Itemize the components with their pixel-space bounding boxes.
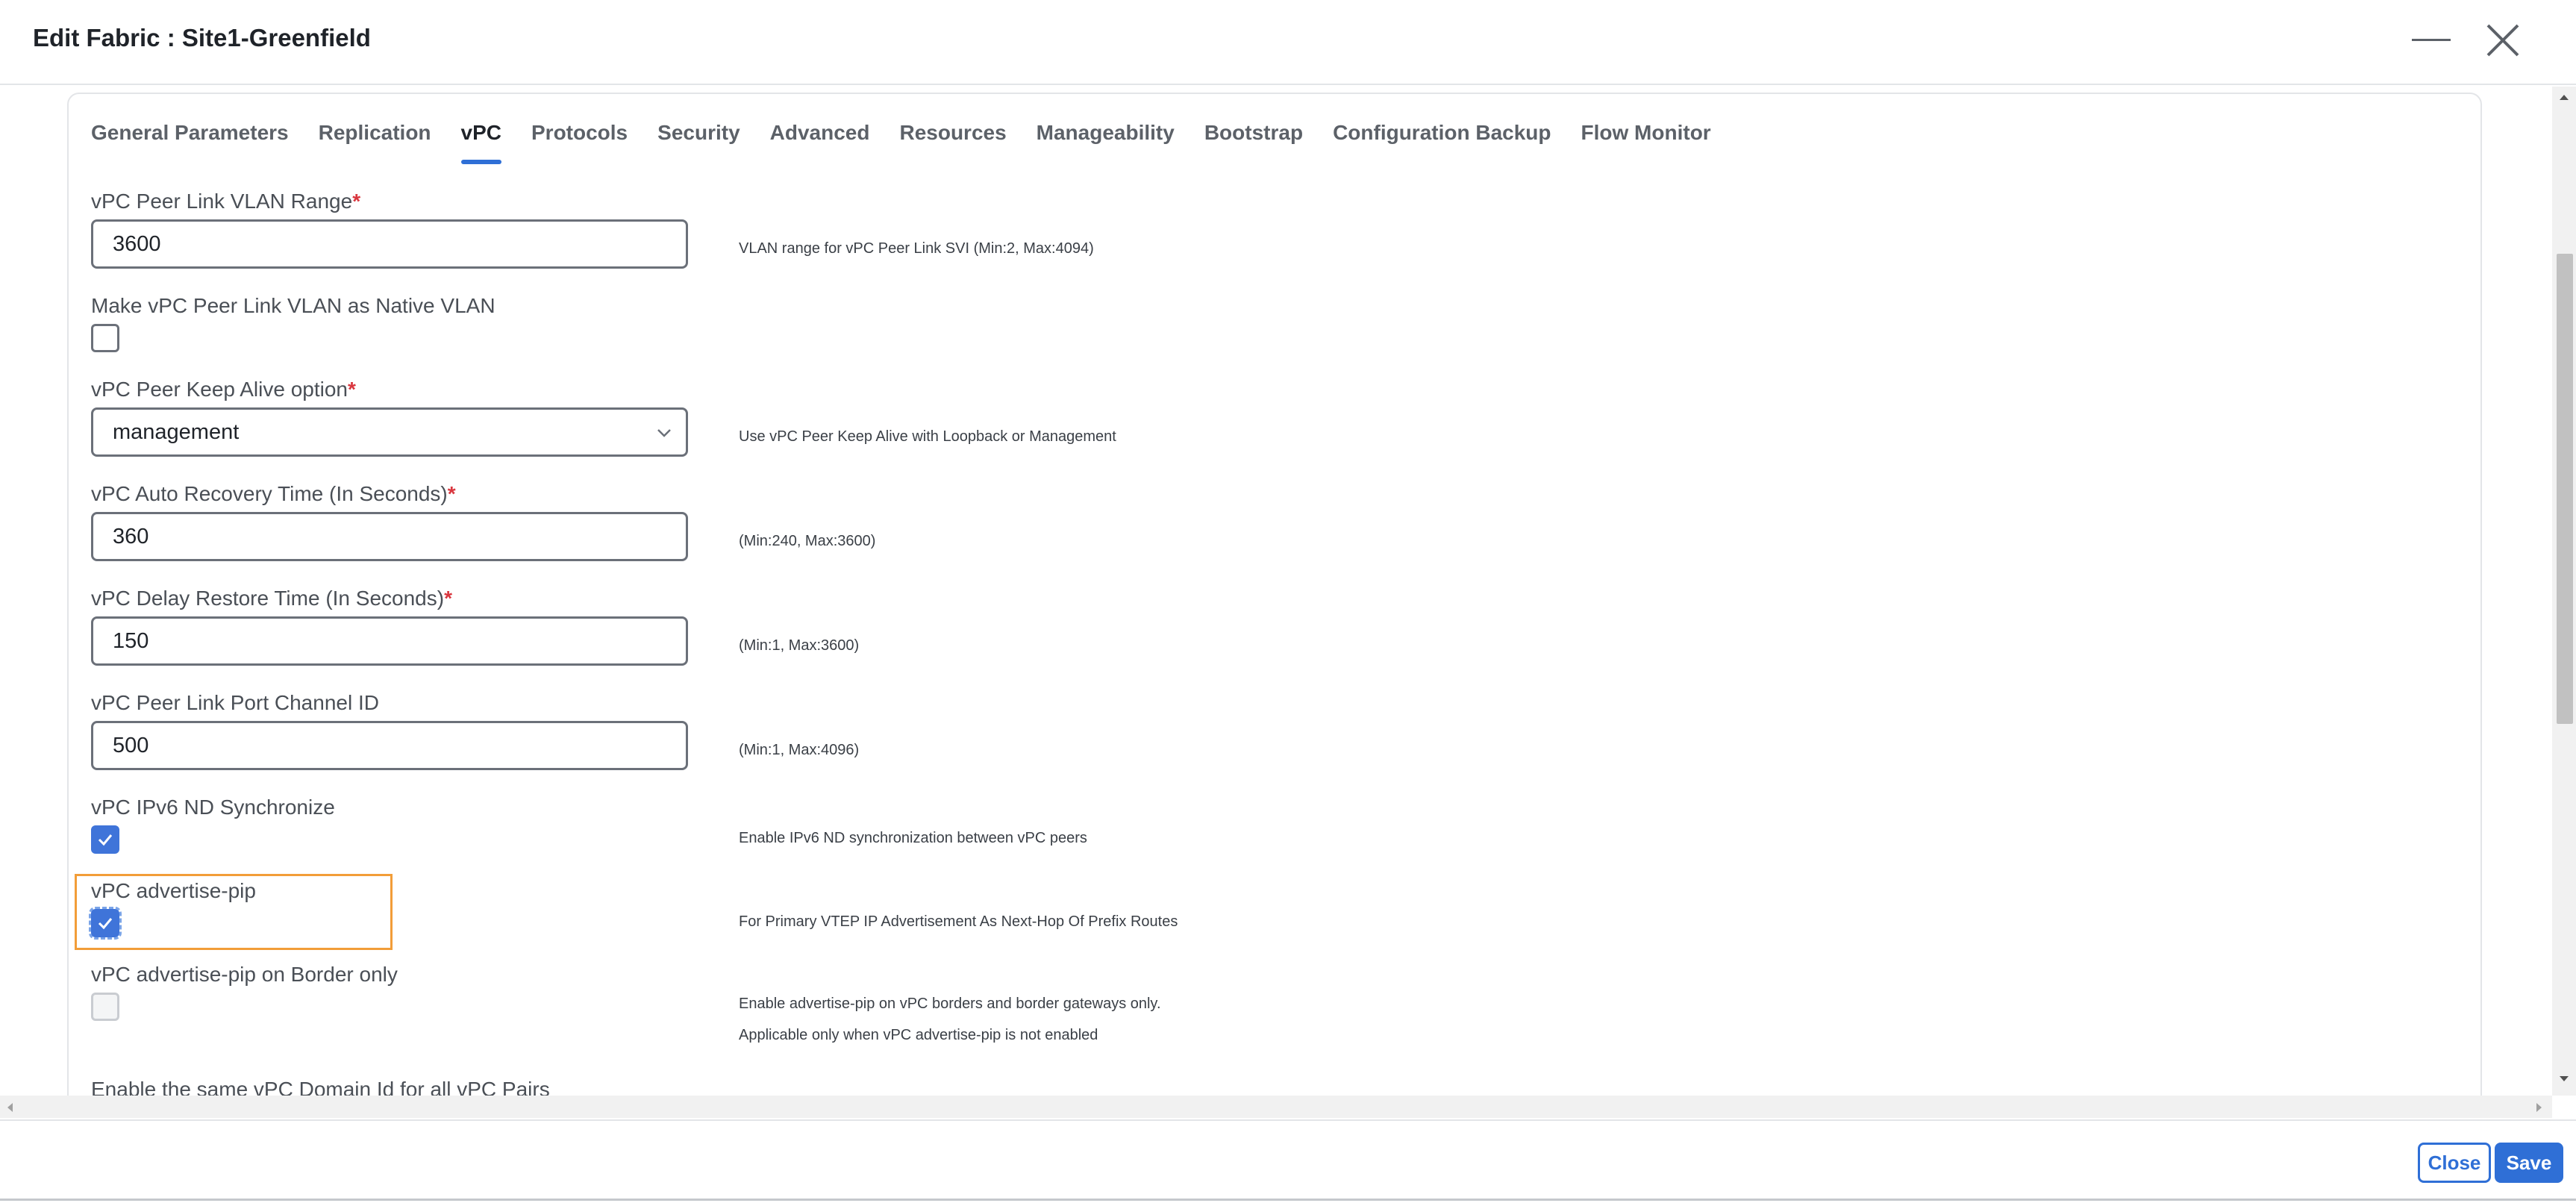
native-vlan-checkbox[interactable] — [91, 324, 119, 352]
field-label: vPC Delay Restore Time (In Seconds) — [91, 587, 445, 610]
chevron-down-icon — [657, 429, 671, 437]
tab-general-parameters[interactable]: General Parameters — [91, 121, 289, 164]
field-label: vPC Peer Keep Alive option — [91, 378, 348, 401]
field-help-text: For Primary VTEP IP Advertisement As Nex… — [739, 913, 1178, 930]
field-help-text: Enable IPv6 ND synchronization between v… — [739, 830, 1087, 846]
field-label: vPC Peer Link VLAN Range — [91, 190, 353, 213]
field-label: Make vPC Peer Link VLAN as Native VLAN — [91, 294, 495, 317]
tab-configuration-backup[interactable]: Configuration Backup — [1333, 121, 1551, 164]
close-dialog-button[interactable] — [2480, 18, 2525, 63]
field-label: vPC Auto Recovery Time (In Seconds) — [91, 482, 448, 505]
select-value: management — [113, 419, 240, 444]
tab-protocols[interactable]: Protocols — [531, 121, 628, 164]
vertical-scroll-thumb[interactable] — [2557, 254, 2573, 724]
tab-flow-monitor[interactable]: Flow Monitor — [1581, 121, 1711, 164]
field-help-text: (Min:1, Max:4096) — [739, 742, 860, 758]
field-label: vPC IPv6 ND Synchronize — [91, 796, 335, 819]
keep-alive-select[interactable]: management — [91, 407, 688, 457]
keep-alive-field: vPC Peer Keep Alive option* management U… — [91, 378, 1116, 457]
bottom-divider — [0, 1199, 2576, 1201]
tab-manageability[interactable]: Manageability — [1037, 121, 1175, 164]
peer-link-vlan-input[interactable]: 3600 — [91, 219, 688, 269]
dialog-title: Edit Fabric : Site1-Greenfield — [33, 24, 371, 51]
tab-advanced[interactable]: Advanced — [770, 121, 870, 164]
scroll-up-icon[interactable] — [2558, 93, 2570, 101]
scroll-down-icon[interactable] — [2558, 1075, 2570, 1084]
field-help-text-line2: Applicable only when vPC advertise-pip i… — [739, 1027, 1098, 1043]
required-marker: * — [352, 190, 361, 213]
dialog-header: Edit Fabric : Site1-Greenfield — [0, 0, 2576, 85]
auto-recovery-input[interactable]: 360 — [91, 512, 688, 561]
dialog-footer: Close Save — [0, 1119, 2576, 1203]
port-channel-input[interactable]: 500 — [91, 721, 688, 770]
close-button[interactable]: Close — [2418, 1143, 2491, 1183]
required-marker: * — [447, 482, 456, 505]
field-help-text: VLAN range for vPC Peer Link SVI (Min:2,… — [739, 240, 1094, 257]
minimize-icon — [2412, 39, 2451, 41]
field-help-text-line1: Enable advertise-pip on vPC borders and … — [739, 996, 1161, 1012]
scroll-left-icon[interactable] — [6, 1102, 15, 1113]
native-vlan-field: Make vPC Peer Link VLAN as Native VLAN — [91, 294, 495, 352]
tab-resources[interactable]: Resources — [899, 121, 1006, 164]
field-help-text: Use vPC Peer Keep Alive with Loopback or… — [739, 428, 1116, 445]
tab-bootstrap[interactable]: Bootstrap — [1204, 121, 1303, 164]
field-label: vPC Peer Link Port Channel ID — [91, 691, 379, 714]
delay-restore-input[interactable]: 150 — [91, 616, 688, 666]
field-label: vPC advertise-pip on Border only — [91, 963, 398, 986]
advertise-pip-border-checkbox[interactable] — [91, 993, 119, 1021]
tab-bar: General Parameters Replication vPC Proto… — [91, 121, 1741, 164]
advertise-pip-border-field: vPC advertise-pip on Border only Enable … — [91, 963, 1161, 1043]
field-label: Enable the same vPC Domain Id for all vP… — [91, 1078, 550, 1096]
save-button[interactable]: Save — [2495, 1143, 2563, 1183]
checkmark-icon — [98, 834, 113, 846]
same-domain-id-field: Enable the same vPC Domain Id for all vP… — [91, 1078, 550, 1096]
advertise-pip-checkbox[interactable] — [89, 907, 122, 940]
advertise-pip-field: vPC advertise-pip For Primary VTEP IP Ad… — [89, 879, 1178, 940]
tab-replication[interactable]: Replication — [319, 121, 431, 164]
required-marker: * — [347, 378, 356, 401]
field-help-text: (Min:240, Max:3600) — [739, 533, 876, 549]
dialog-body[interactable]: General Parameters Replication vPC Proto… — [0, 87, 2552, 1096]
tab-security[interactable]: Security — [657, 121, 740, 164]
scroll-right-icon[interactable] — [2534, 1102, 2543, 1113]
horizontal-scrollbar[interactable] — [0, 1096, 2552, 1118]
ipv6-nd-field: vPC IPv6 ND Synchronize Enable IPv6 ND s… — [91, 796, 1087, 854]
field-label: vPC advertise-pip — [91, 879, 256, 902]
tab-vpc[interactable]: vPC — [460, 121, 502, 164]
minimize-button[interactable] — [2409, 18, 2454, 63]
checkmark-icon — [98, 918, 113, 930]
peer-link-vlan-field: vPC Peer Link VLAN Range* 3600 VLAN rang… — [91, 190, 1094, 269]
close-icon — [2486, 24, 2519, 57]
delay-restore-field: vPC Delay Restore Time (In Seconds)* 150… — [91, 587, 859, 666]
ipv6-nd-checkbox[interactable] — [91, 825, 119, 854]
field-help-text: (Min:1, Max:3600) — [739, 637, 860, 654]
port-channel-field: vPC Peer Link Port Channel ID 500 (Min:1… — [91, 691, 859, 770]
required-marker: * — [444, 587, 452, 610]
auto-recovery-field: vPC Auto Recovery Time (In Seconds)* 360… — [91, 482, 875, 561]
vertical-scrollbar[interactable] — [2552, 87, 2576, 1096]
fabric-settings-card: General Parameters Replication vPC Proto… — [67, 93, 2482, 1096]
